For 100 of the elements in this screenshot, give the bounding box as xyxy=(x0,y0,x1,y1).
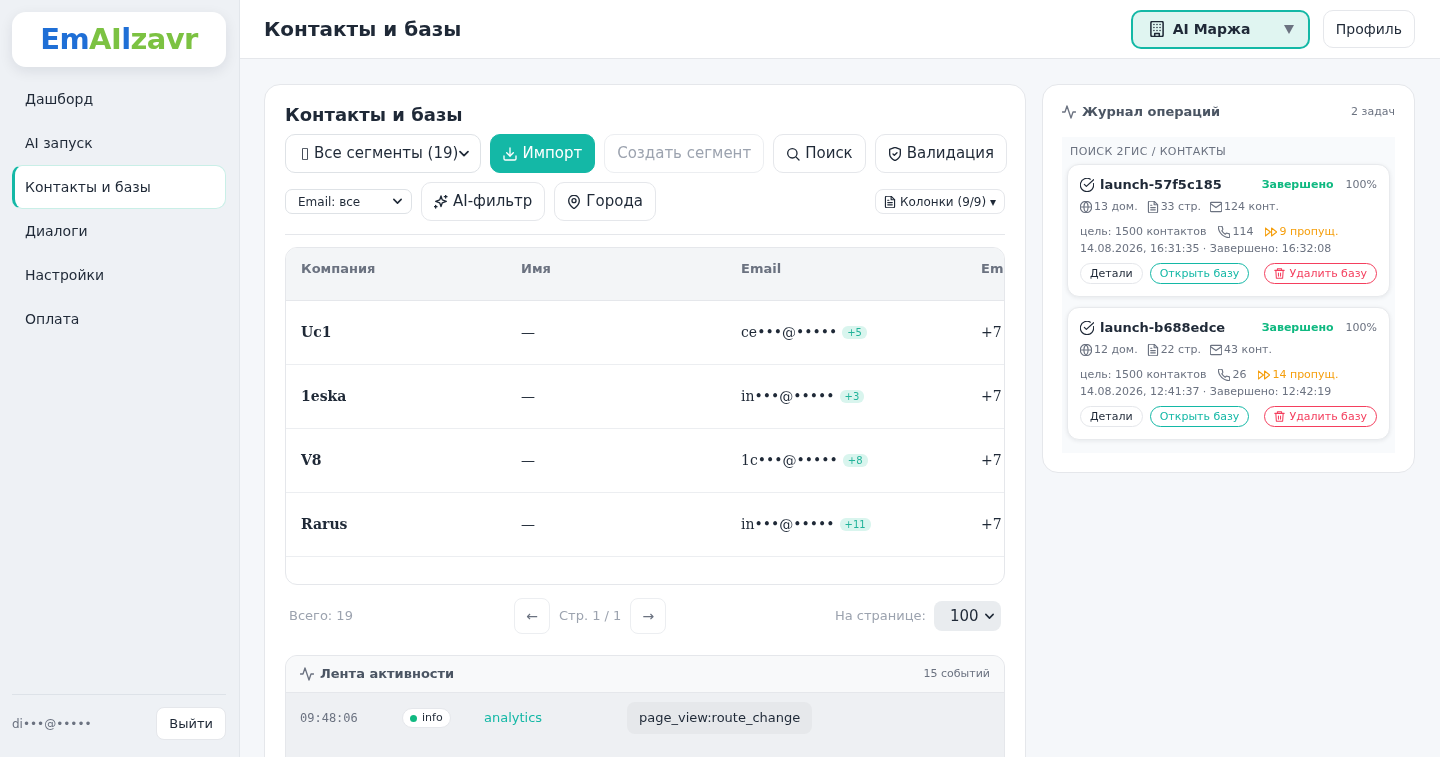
fast-forward-icon xyxy=(1258,369,1271,381)
nav-item[interactable]: Контакты и базы xyxy=(12,165,226,209)
trash-icon xyxy=(1273,411,1285,422)
mail-icon xyxy=(1210,201,1223,213)
nav-item[interactable]: Диалоги xyxy=(12,209,226,253)
task-count: 2 задач xyxy=(1351,103,1395,120)
activity-title: Лента активности xyxy=(320,665,455,684)
search-icon xyxy=(786,146,801,161)
delete-base-button[interactable]: Удалить базу xyxy=(1263,406,1377,427)
table-cell: — xyxy=(506,492,726,556)
next-page-button[interactable]: → xyxy=(630,598,667,634)
column-header[interactable]: Имя xyxy=(506,248,726,300)
progress-text: 100% xyxy=(1345,176,1377,193)
table-cell: +7 xyxy=(966,364,1004,428)
table-cell: Uc1 xyxy=(286,300,506,364)
table-cell: — xyxy=(506,428,726,492)
per-page-label: На странице: xyxy=(835,607,926,626)
column-header[interactable]: Компания xyxy=(286,248,506,300)
pulse-icon xyxy=(300,667,314,681)
document-icon xyxy=(883,195,896,208)
nav-item[interactable]: AI запуск xyxy=(12,121,226,165)
email-address: in•••@••••• xyxy=(741,515,835,532)
event-name: page_view:route_change xyxy=(627,702,813,734)
more-count-badge: +3 xyxy=(839,390,865,403)
table-cell: +7 xyxy=(966,428,1004,492)
email-address: 1c•••@••••• xyxy=(741,451,838,468)
email-address: ce•••@••••• xyxy=(741,323,838,340)
logo[interactable]: EmAIlzavr xyxy=(40,23,198,56)
status-text: Завершено xyxy=(1261,176,1334,193)
table-cell: +7 xyxy=(966,300,1004,364)
check-circle-icon xyxy=(1080,178,1094,192)
per-page-select[interactable]: 100 xyxy=(934,601,1001,631)
event-count: 15 событий xyxy=(923,665,990,682)
more-count-badge: +5 xyxy=(842,326,867,339)
page-title: Контакты и базы xyxy=(264,17,462,41)
trash-icon xyxy=(1273,268,1285,279)
goal-text: цель: 1500 контактов xyxy=(1080,366,1207,383)
page-indicator: Стр. 1 / 1 xyxy=(559,607,622,626)
search-button[interactable]: Поиск xyxy=(773,134,866,173)
table-cell: +7 xyxy=(966,492,1004,556)
download-icon xyxy=(503,146,518,161)
task-name: launch-57f5c185 xyxy=(1100,176,1222,195)
details-button[interactable]: Детали xyxy=(1080,406,1143,427)
phones-count: 114 xyxy=(1232,223,1254,240)
nav-item[interactable]: Оплата xyxy=(12,297,226,341)
nav-item[interactable]: Дашборд xyxy=(12,77,226,121)
map-pin-icon xyxy=(567,194,582,209)
domains-count: 12 дом. xyxy=(1094,341,1138,358)
ai-filter-button[interactable]: AI-фильтр xyxy=(421,182,546,221)
delete-base-button[interactable]: Удалить базу xyxy=(1263,263,1377,284)
table-cell: V8 xyxy=(286,428,506,492)
logout-button[interactable]: Выйти xyxy=(156,707,226,740)
document-icon xyxy=(1146,344,1159,356)
phone-icon xyxy=(1218,369,1231,381)
contacts-count: 124 конт. xyxy=(1224,198,1280,215)
more-count-badge: +11 xyxy=(839,518,871,531)
workspace-select[interactable]: AI Маржа xyxy=(1130,9,1310,49)
sparkles-icon xyxy=(434,194,448,209)
event-time: 09:48:06 xyxy=(300,710,359,727)
table-cell: Rarus xyxy=(286,492,506,556)
columns-button[interactable]: Колонки (9/9) ▾ xyxy=(874,189,1005,214)
shield-check-icon xyxy=(887,146,902,161)
total-count: Всего: 19 xyxy=(288,607,354,626)
column-header[interactable]: Email xyxy=(726,248,966,300)
profile-button[interactable]: Профиль xyxy=(1322,10,1415,48)
pages-count: 22 стр. xyxy=(1160,341,1202,358)
skipped-count: 14 пропущ. xyxy=(1272,366,1339,383)
contacts-count: 43 конт. xyxy=(1224,341,1273,358)
globe-icon xyxy=(1080,201,1092,213)
cities-button[interactable]: Города xyxy=(554,182,656,221)
validation-button[interactable]: Валидация xyxy=(874,134,1008,173)
level-text: info xyxy=(422,709,443,726)
details-button[interactable]: Детали xyxy=(1080,263,1143,284)
skipped-count: 9 пропущ. xyxy=(1279,223,1339,240)
email-filter-select[interactable]: Email: все xyxy=(285,189,412,214)
event-source: analytics xyxy=(484,709,544,728)
phones-count: 26 xyxy=(1232,366,1247,383)
status-text: Завершено xyxy=(1261,319,1334,336)
domains-count: 13 дом. xyxy=(1094,198,1138,215)
operations-title: Журнал операций xyxy=(1082,103,1221,122)
panel-title: Контакты и базы xyxy=(285,104,464,126)
column-header[interactable]: Em xyxy=(966,248,1004,300)
task-time: 14.08.2026, 12:41:37 · Завершено: 12:42:19 xyxy=(1080,384,1333,400)
nav-item[interactable]: Настройки xyxy=(12,253,226,297)
check-circle-icon xyxy=(1080,321,1094,335)
pages-count: 33 стр. xyxy=(1160,198,1202,215)
table-cell: 1eska xyxy=(286,364,506,428)
pulse-icon xyxy=(1062,105,1076,119)
table-cell: — xyxy=(506,364,726,428)
mail-icon xyxy=(1210,344,1223,356)
segment-select[interactable]: ▯ Все сегменты (19) xyxy=(285,134,482,173)
document-icon xyxy=(1146,201,1159,213)
phone-icon xyxy=(1218,226,1231,238)
fast-forward-icon xyxy=(1265,226,1278,238)
chevron-down-icon xyxy=(392,196,403,207)
task-name: launch-b688edce xyxy=(1100,319,1226,338)
previous-page-button[interactable]: ← xyxy=(514,598,550,634)
task-time: 14.08.2026, 16:31:35 · Завершено: 16:32:08 xyxy=(1080,241,1333,257)
more-count-badge: +8 xyxy=(842,454,868,467)
table-cell: — xyxy=(506,300,726,364)
